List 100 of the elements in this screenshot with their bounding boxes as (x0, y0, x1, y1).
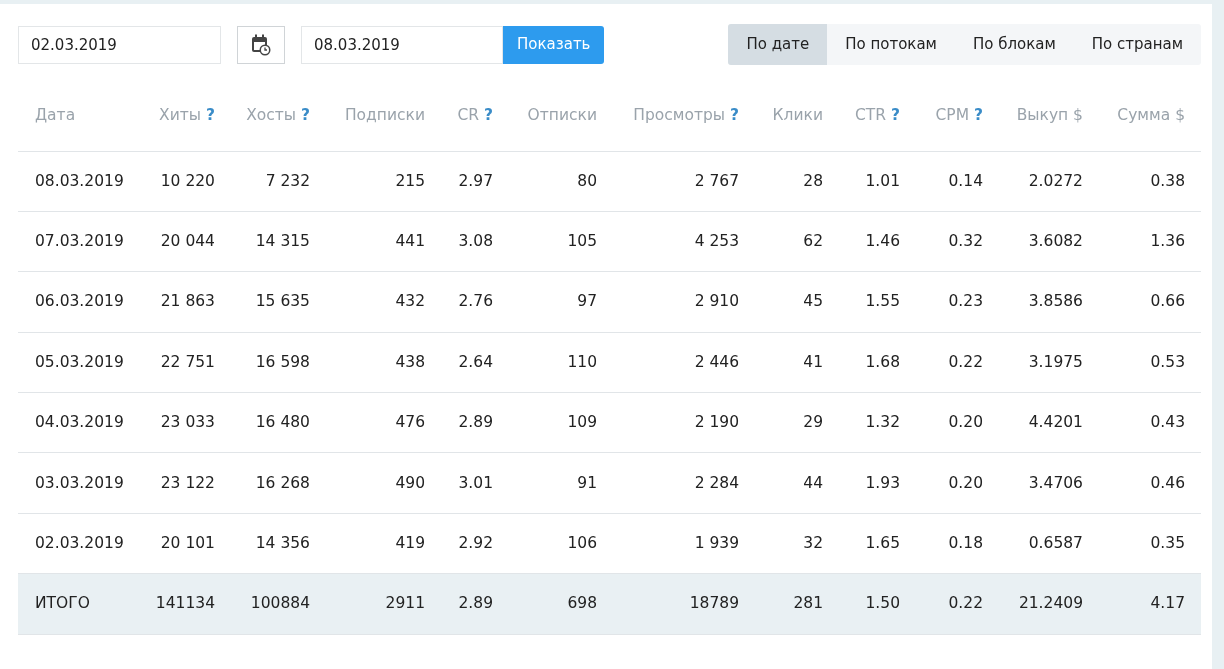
table-cell: 105 (567, 231, 597, 250)
table-cell: 2.89 (458, 413, 493, 432)
table-cell: 1.32 (865, 413, 900, 432)
table-cell: 16 598 (255, 352, 310, 371)
table-cell: 432 (395, 292, 425, 311)
table-cell: 10 220 (160, 171, 215, 190)
date-to-field[interactable]: 08.03.2019 (301, 25, 503, 64)
table-cell: 21 863 (160, 292, 215, 311)
help-mark[interactable]: ? (484, 106, 493, 125)
table-cell: 0.23 (948, 292, 983, 311)
table-cell: 28 (803, 171, 823, 190)
total-cell: 18789 (689, 594, 739, 613)
table-cell: 1.55 (865, 292, 900, 311)
table-cell: 0.20 (948, 473, 983, 492)
table-cell: 4 253 (694, 231, 739, 250)
total-cell: 281 (793, 594, 823, 613)
table-cell: 3.4706 (1028, 473, 1083, 492)
table-cell: 16 268 (255, 473, 310, 492)
calendar-icon[interactable] (237, 25, 285, 64)
date-cell: 03.03.2019 (35, 473, 124, 492)
date-cell: 05.03.2019 (35, 352, 124, 371)
table-cell: 2.92 (458, 533, 493, 552)
column-header: Хиты (159, 106, 202, 125)
date-from-field[interactable]: 02.03.2019 (18, 25, 221, 64)
table-cell: 62 (803, 231, 823, 250)
date-cell: 02.03.2019 (35, 533, 124, 552)
table-cell: 14 356 (255, 533, 310, 552)
table-cell: 2.97 (458, 171, 493, 190)
table-cell: 2 190 (694, 413, 739, 432)
table-cell: 1.46 (865, 231, 900, 250)
table-cell: 23 122 (160, 473, 215, 492)
table-cell: 0.6587 (1028, 533, 1083, 552)
show-button[interactable]: Показать (503, 25, 605, 64)
table-cell: 20 044 (160, 231, 215, 250)
total-label: ИТОГО (35, 594, 90, 613)
table-cell: 3.8586 (1028, 292, 1083, 311)
table-cell: 0.38 (1150, 171, 1185, 190)
table-cell: 2.0272 (1028, 171, 1083, 190)
table-cell: 3.6082 (1028, 231, 1083, 250)
table-cell: 3.1975 (1028, 352, 1083, 371)
column-header: Дата (35, 106, 76, 125)
table-cell: 476 (395, 413, 425, 432)
table-cell: 14 315 (255, 231, 310, 250)
table-cell: 1.01 (865, 171, 900, 190)
column-header: Хосты (246, 106, 297, 125)
table-cell: 0.66 (1150, 292, 1185, 311)
table-cell: 0.20 (948, 413, 983, 432)
view-tab[interactable]: По странам (1073, 24, 1201, 65)
help-mark[interactable]: ? (974, 106, 983, 125)
table-cell: 97 (577, 292, 597, 311)
total-cell: 1.50 (865, 594, 900, 613)
view-tab[interactable]: По блокам (954, 24, 1074, 65)
table-cell: 109 (567, 413, 597, 432)
column-header: Выкуп $ (1016, 106, 1083, 125)
column-header: Подписки (344, 106, 425, 125)
help-mark[interactable]: ? (891, 106, 900, 125)
table-cell: 44 (803, 473, 823, 492)
table-cell: 41 (803, 352, 823, 371)
table-cell: 22 751 (160, 352, 215, 371)
view-tab[interactable]: По потокам (827, 24, 955, 65)
date-cell: 08.03.2019 (35, 171, 124, 190)
table-cell: 2 910 (694, 292, 739, 311)
table-cell: 29 (803, 413, 823, 432)
table-cell: 20 101 (160, 533, 215, 552)
column-header: CTR (855, 106, 887, 125)
table-cell: 45 (803, 292, 823, 311)
table-cell: 1.93 (865, 473, 900, 492)
table-cell: 0.35 (1150, 533, 1185, 552)
total-cell: 4.17 (1150, 594, 1185, 613)
total-cell: 141134 (155, 594, 215, 613)
total-cell: 2.89 (458, 594, 493, 613)
help-mark[interactable]: ? (206, 106, 215, 125)
table-cell: 1 939 (694, 533, 739, 552)
table-cell: 32 (803, 533, 823, 552)
table-cell: 23 033 (160, 413, 215, 432)
column-header: Клики (772, 106, 823, 125)
table-cell: 110 (567, 352, 597, 371)
help-mark[interactable]: ? (730, 106, 739, 125)
table-cell: 0.46 (1150, 473, 1185, 492)
table-cell: 2.76 (458, 292, 493, 311)
column-header: Сумма $ (1117, 106, 1185, 125)
table-cell: 4.4201 (1028, 413, 1083, 432)
help-mark[interactable]: ? (301, 106, 310, 125)
table-cell: 3.01 (458, 473, 493, 492)
table-cell: 2 767 (694, 171, 739, 190)
table-cell: 106 (567, 533, 597, 552)
table-cell: 1.65 (865, 533, 900, 552)
table-cell: 2 284 (694, 473, 739, 492)
table-cell: 16 480 (255, 413, 310, 432)
view-tab[interactable]: По дате (728, 24, 828, 65)
table-cell: 0.18 (948, 533, 983, 552)
table-cell: 215 (395, 171, 425, 190)
table-cell: 490 (395, 473, 425, 492)
date-cell: 07.03.2019 (35, 231, 124, 250)
total-cell: 0.22 (948, 594, 983, 613)
table-cell: 419 (395, 533, 425, 552)
total-cell: 698 (567, 594, 597, 613)
table-cell: 0.32 (948, 231, 983, 250)
table-cell: 80 (577, 171, 597, 190)
table-cell: 1.36 (1150, 231, 1185, 250)
